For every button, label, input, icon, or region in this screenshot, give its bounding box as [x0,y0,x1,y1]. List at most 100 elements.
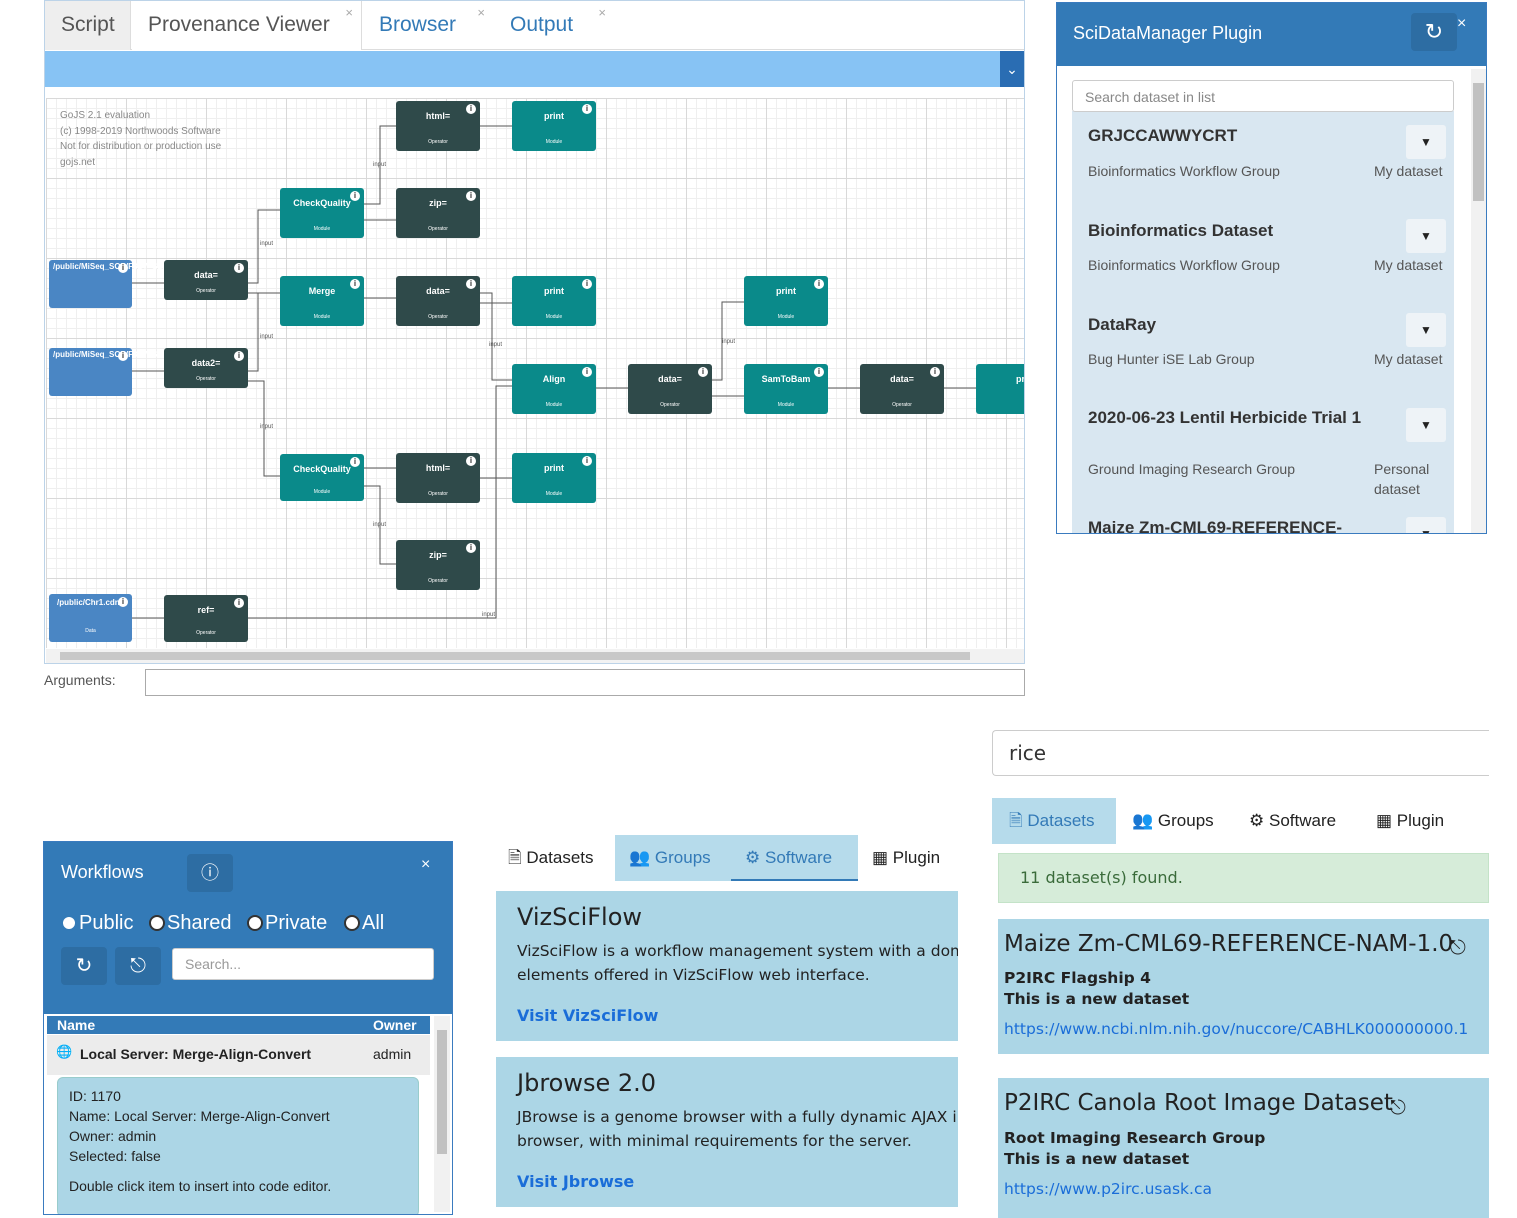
scroll-thumb[interactable] [437,1030,447,1154]
save-button[interactable]: ⎋ [115,947,161,985]
info-icon[interactable]: i [582,279,592,289]
visit-link[interactable]: Visit Jbrowse [517,1172,634,1191]
search-input[interactable]: rice [992,730,1489,776]
info-icon[interactable]: i [118,351,128,361]
info-icon[interactable]: i [350,191,360,201]
chevron-down-icon[interactable]: ⌄ [1000,51,1024,87]
dataset-group: Ground Imaging Research Group [1088,461,1295,477]
info-icon[interactable]: i [466,191,476,201]
info-icon[interactable]: i [814,367,824,377]
tab-plugin[interactable]: ▦ Plugin [1376,798,1476,844]
scroll-thumb[interactable] [60,652,970,660]
dataset-dropdown-button[interactable]: ▼ [1406,313,1446,347]
result-title[interactable]: P2IRC Canola Root Image Dataset [1004,1090,1393,1116]
refresh-button[interactable]: ↻ [1411,13,1457,51]
tab-groups[interactable]: 👥 Groups [615,835,731,881]
graph-node-data[interactable]: /public/MiSeq_SOP/F3D7_S195_L001_R2_001.… [49,348,247,396]
tab-browser[interactable]: Browser × [363,1,493,50]
graph-node-operator[interactable]: data= Operator i [164,260,248,300]
close-icon[interactable]: × [421,856,430,874]
result-title[interactable]: Maize Zm-CML69-REFERENCE-NAM-1.0 [1004,931,1453,957]
tab-script[interactable]: Script [45,1,131,50]
share-icon[interactable]: ⎋ [1390,1095,1406,1119]
info-icon[interactable]: i [234,263,244,273]
tab-groups[interactable]: 👥 Groups [1132,798,1237,844]
horizontal-scrollbar[interactable] [46,649,1024,663]
graph-node-operator[interactable]: zip= Operator i [396,188,480,238]
dataset-search-input[interactable]: Search dataset in list [1072,80,1454,112]
graph-node-module[interactable]: CheckQuality Module i [280,454,364,501]
close-icon[interactable]: × [477,0,485,36]
graph-node-module[interactable]: print Module i [512,276,596,326]
tab-plugin[interactable]: ▦ Plugin [872,835,958,881]
info-icon[interactable]: i [466,104,476,114]
dataset-dropdown-button[interactable]: ▼ [1406,517,1446,533]
graph-node-operator[interactable]: ref= Operator i [164,595,248,642]
info-button[interactable]: ⓘ [187,854,233,892]
graph-node-operator[interactable]: html= Operator i [396,101,480,151]
graph-node-module[interactable]: Align Module i [512,364,596,414]
share-icon[interactable]: ⎋ [1450,935,1466,959]
workflow-search-input[interactable]: Search... [172,948,434,980]
graph-node-operator[interactable]: html= Operator i [396,453,480,503]
radio-shared[interactable]: Shared [149,912,232,935]
graph-node-module[interactable]: Merge Module i [280,276,364,326]
graph-node-operator[interactable]: data= Operator i [860,364,944,414]
vertical-scrollbar[interactable] [434,1016,450,1212]
info-icon[interactable]: i [582,367,592,377]
info-icon[interactable]: i [582,104,592,114]
result-url[interactable]: https://www.ncbi.nlm.nih.gov/nuccore/CAB… [1004,1020,1468,1038]
info-icon[interactable]: i [930,367,940,377]
radio-public[interactable]: Public [61,912,133,935]
dataset-dropdown-button[interactable]: ▼ [1406,219,1446,253]
info-icon[interactable]: i [350,457,360,467]
tab-software[interactable]: ⚙ Software [1249,798,1359,844]
graph-node-module[interactable]: print Module i [512,453,596,503]
tab-datasets[interactable]: 🗎 Datasets [496,835,615,881]
tab-datasets[interactable]: 🗎 Datasets [992,798,1116,844]
scroll-thumb[interactable] [1473,83,1484,201]
info-icon[interactable]: i [234,351,244,361]
info-icon[interactable]: i [466,456,476,466]
close-icon[interactable]: × [598,0,606,36]
info-icon[interactable]: i [118,263,128,273]
tab-output[interactable]: Output × [494,1,614,50]
graph-node-data[interactable]: /public/Chr1.cdna Data i [49,594,132,642]
info-icon[interactable]: i [814,279,824,289]
svg-text:input: input [260,241,273,247]
info-icon[interactable]: i [466,279,476,289]
graph-node-module[interactable]: CheckQuality Module i [280,188,364,238]
graph-node-data[interactable]: /public/MiSeq_SOP/F3D7_S195_L001_R1_001.… [49,260,247,308]
graph-node-module[interactable]: print Module i [744,276,828,326]
tab-software[interactable]: ⚙ Software [731,835,858,881]
radio-all[interactable]: All [344,912,384,935]
close-icon[interactable]: × [345,0,353,36]
result-url[interactable]: https://www.p2irc.usask.ca [1004,1180,1212,1198]
dataset-dropdown-button[interactable]: ▼ [1406,125,1446,159]
close-icon[interactable]: × [1457,15,1466,33]
dataset-group: Bug Hunter iSE Lab Group [1088,351,1255,367]
provenance-graph-canvas[interactable]: GoJS 2.1 evaluation (c) 1998-2019 Northw… [46,98,1024,648]
arguments-input[interactable] [145,669,1025,696]
dataset-dropdown-button[interactable]: ▼ [1406,408,1446,442]
tab-provenance-viewer[interactable]: Provenance Viewer × [132,1,362,50]
graph-node-module[interactable]: SamToBam Module i [744,364,828,414]
graph-node-operator[interactable]: data= Operator i [628,364,712,414]
graph-node-module[interactable]: print [976,364,1024,414]
visit-link[interactable]: Visit VizSciFlow [517,1006,658,1025]
info-icon[interactable]: i [350,279,360,289]
info-icon[interactable]: i [118,597,128,607]
graph-node-operator[interactable]: data= Operator i [396,276,480,326]
info-icon[interactable]: i [698,367,708,377]
info-icon[interactable]: i [466,543,476,553]
refresh-button[interactable]: ↻ [61,947,107,985]
vertical-scrollbar[interactable] [1471,69,1486,533]
graph-node-operator[interactable]: data2= Operator i [164,348,248,388]
graph-node-operator[interactable]: zip= Operator i [396,540,480,590]
svg-text:input: input [373,162,386,168]
graph-node-module[interactable]: print Module i [512,101,596,151]
info-icon[interactable]: i [582,456,592,466]
radio-private[interactable]: Private [247,912,327,935]
table-row[interactable]: 🌐 Local Server: Merge-Align-Convert admi… [47,1035,430,1075]
info-icon[interactable]: i [234,598,244,608]
